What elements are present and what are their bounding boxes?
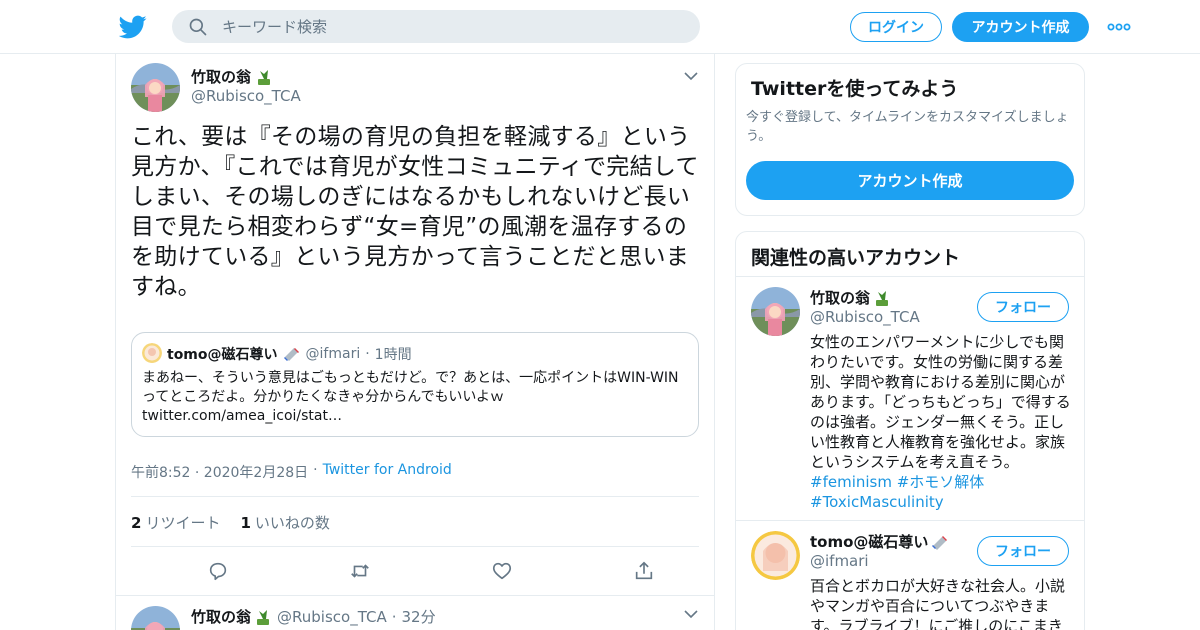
separator-dot: · <box>391 607 397 626</box>
account-handle[interactable]: @ifmari <box>810 552 869 570</box>
tweet-timestamp[interactable]: 午前8:52 · 2020年2月28日 <box>131 462 308 482</box>
quoted-tweet-header: tomo@磁石尊い @ifmari · 1時間 <box>167 344 412 364</box>
quoted-tweet-card[interactable]: tomo@磁石尊い @ifmari · 1時間 まあねー、そういう意見はごもっと… <box>131 332 699 437</box>
like-button[interactable] <box>489 558 515 584</box>
chevron-down-icon[interactable] <box>683 606 699 622</box>
top-navigation-bar: ログイン アカウント作成 <box>0 0 1200 54</box>
related-accounts-title: 関連性の高いアカウント <box>751 247 961 269</box>
retweet-label: リツイート <box>145 514 221 532</box>
retweet-count-link[interactable]: 2 リツイート <box>131 512 220 533</box>
author-name-text[interactable]: 竹取の翁 <box>191 66 251 87</box>
account-bio-text: 女性のエンパワーメントに少しでも関わりたいです。女性の労働に関する差別、学問や教… <box>810 333 1071 471</box>
main-timeline-column: 竹取の翁 @Rubisco_TCA これ、要は『その場の育児の負担を軽減する』と… <box>115 54 715 630</box>
avatar[interactable] <box>751 287 800 336</box>
quoted-author-name: tomo@磁石尊い <box>167 347 278 363</box>
tweet-author-name[interactable]: 竹取の翁 <box>191 66 273 87</box>
login-button[interactable]: ログイン <box>850 12 942 42</box>
magnet-emoji-icon <box>932 535 948 550</box>
tweet-actions <box>131 558 699 584</box>
quoted-tweet-text: まあねー、そういう意見はごもっともだけど。で？あとは、一応ポイントはWIN-WI… <box>142 370 679 424</box>
signup-card: Twitterを使ってみよう 今すぐ登録して、タイムラインをカスタマイズしましょ… <box>735 63 1085 216</box>
signup-card-button[interactable]: アカウント作成 <box>746 161 1074 200</box>
share-button[interactable] <box>631 558 657 584</box>
related-account-item[interactable]: tomo@磁石尊い @ifmari フォロー 百合とボカロが大好きな社会人。小説… <box>736 521 1084 630</box>
magnet-emoji-icon <box>283 348 299 361</box>
account-name-text[interactable]: 竹取の翁 <box>810 287 870 308</box>
separator-dot: · <box>313 462 318 478</box>
plant-emoji-icon <box>258 69 271 85</box>
quoted-author-handle: @ifmari <box>305 346 361 362</box>
retweet-icon <box>351 564 369 578</box>
signup-card-title: Twitterを使ってみよう <box>751 78 959 100</box>
reply-button[interactable] <box>205 558 231 584</box>
account-name-text[interactable]: tomo@磁石尊い <box>810 531 928 552</box>
like-count: 1 <box>240 514 251 532</box>
account-name[interactable]: tomo@磁石尊い <box>810 531 949 552</box>
account-bio: 女性のエンパワーメントに少しでも関わりたいです。女性の労働に関する差別、学問や教… <box>810 332 1072 512</box>
signup-button[interactable]: アカウント作成 <box>952 12 1089 42</box>
signup-card-description: 今すぐ登録して、タイムラインをカスタマイズしましょう。 <box>746 110 1069 144</box>
divider <box>131 546 699 547</box>
tweet-text: これ、要は『その場の育児の負担を軽減する』という見方か、『これでは育児が女性コミ… <box>131 124 699 300</box>
more-options-icon[interactable] <box>1106 18 1132 36</box>
retweet-count: 2 <box>131 514 142 532</box>
reply-icon <box>209 562 227 581</box>
share-icon <box>635 561 653 580</box>
reply-tweet-header: 竹取の翁 @Rubisco_TCA · 32分 <box>191 606 436 627</box>
avatar[interactable] <box>751 531 800 580</box>
account-name[interactable]: 竹取の翁 <box>810 287 891 308</box>
account-handle[interactable]: @Rubisco_TCA <box>810 308 920 326</box>
follow-button[interactable]: フォロー <box>977 536 1069 566</box>
search-box[interactable] <box>172 10 700 43</box>
tweet-author-handle[interactable]: @Rubisco_TCA <box>191 87 301 105</box>
tweet-stats: 2 リツイート 1 いいねの数 <box>131 512 330 533</box>
reply-author-name[interactable]: 竹取の翁 <box>191 606 272 627</box>
avatar[interactable] <box>131 606 180 630</box>
chevron-down-icon[interactable] <box>683 68 699 84</box>
tweet-metadata: 午前8:52 · 2020年2月28日 · Twitter for Androi… <box>131 462 452 482</box>
retweet-button[interactable] <box>347 558 373 584</box>
twitter-bird-logo-icon[interactable] <box>119 13 147 41</box>
quoted-author-avatar <box>142 343 162 363</box>
like-label: いいねの数 <box>254 514 330 532</box>
reply-author-name-text[interactable]: 竹取の翁 <box>191 606 251 627</box>
related-accounts-card: 関連性の高いアカウント 竹取の翁 @Rubisco_TCA フォロー 女性のエン… <box>735 231 1085 630</box>
quoted-tweet-time: 1時間 <box>374 347 412 363</box>
tweet-source-link[interactable]: Twitter for Android <box>323 462 452 482</box>
heart-icon <box>492 562 512 580</box>
related-account-item[interactable]: 竹取の翁 @Rubisco_TCA フォロー 女性のエンパワーメントに少しでも関… <box>736 277 1084 521</box>
plant-emoji-icon <box>257 609 270 625</box>
search-input[interactable] <box>222 17 682 36</box>
reply-author-handle[interactable]: @Rubisco_TCA <box>277 608 387 626</box>
avatar[interactable] <box>131 63 180 112</box>
separator-dot: · <box>365 346 370 362</box>
divider <box>131 496 699 497</box>
plant-emoji-icon <box>876 290 889 306</box>
like-count-link[interactable]: 1 いいねの数 <box>240 512 329 533</box>
search-icon <box>189 18 207 35</box>
account-hashtags[interactable]: #feminism #ホモソ解体 #ToxicMasculinity <box>810 473 984 511</box>
reply-tweet[interactable]: 竹取の翁 @Rubisco_TCA · 32分 <box>116 595 714 630</box>
account-bio: 百合とボカロが大好きな社会人。小説やマンガや百合についてつぶやきます。ラブライブ… <box>810 577 1066 630</box>
follow-button[interactable]: フォロー <box>977 292 1069 322</box>
reply-tweet-time[interactable]: 32分 <box>402 606 436 627</box>
